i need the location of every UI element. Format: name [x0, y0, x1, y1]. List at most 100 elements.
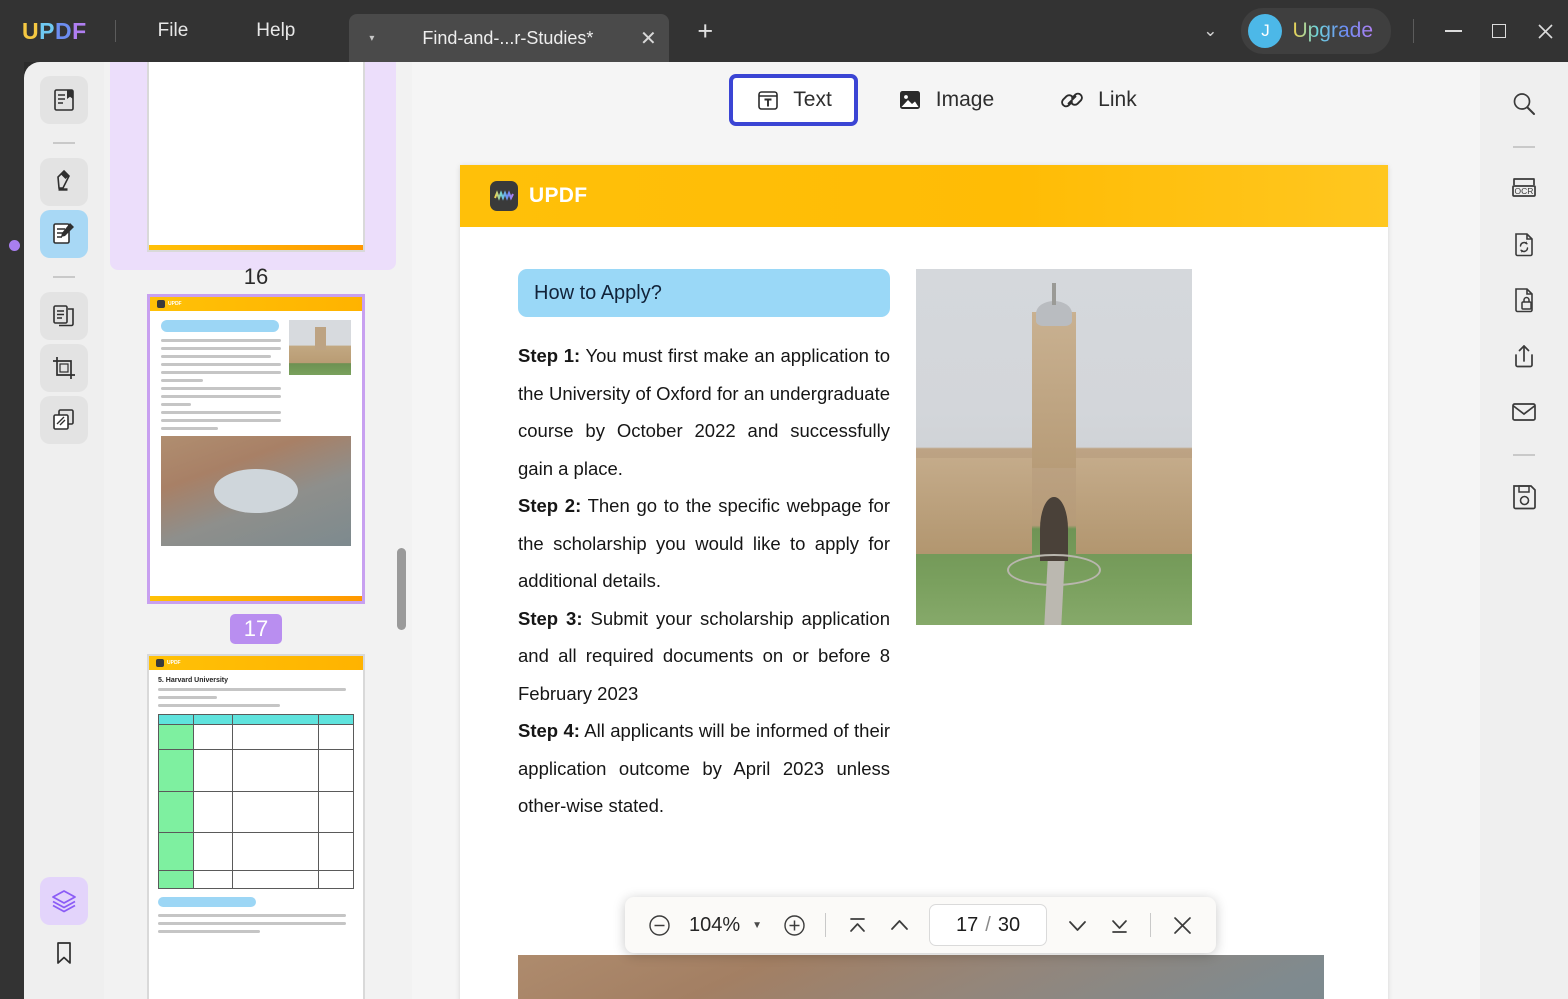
mode-link-button[interactable]: Link	[1032, 73, 1163, 127]
zoom-level-value[interactable]: 104%	[681, 914, 748, 937]
app-logo: UPDF	[22, 18, 87, 45]
thumbnail-panel[interactable]: UPDF 16	[104, 62, 412, 999]
zoom-out-button[interactable]	[639, 905, 679, 945]
previous-page-button[interactable]	[879, 905, 919, 945]
edit-document-icon	[53, 223, 74, 244]
left-tool-sidebar	[24, 62, 104, 999]
sidebar-item-layers[interactable]	[40, 877, 88, 925]
zoom-in-button[interactable]	[774, 905, 814, 945]
right-tool-sidebar: OCR	[1480, 62, 1568, 999]
tool-divider-2	[53, 276, 75, 278]
total-pages-value: 30	[997, 913, 1021, 936]
avatar[interactable]: J	[1248, 14, 1283, 48]
upgrade-label: Upgrade	[1292, 19, 1373, 42]
bookmark-icon	[57, 942, 71, 964]
thumb-17-heading-pill	[161, 320, 279, 332]
new-tab-icon[interactable]: +	[697, 17, 713, 45]
tool-divider-1	[53, 142, 75, 144]
sidebar-item-bookmark[interactable]	[40, 929, 88, 977]
pdf-heading: How to Apply?	[518, 269, 890, 317]
ocr-label: OCR	[1515, 186, 1534, 196]
right-item-protect[interactable]	[1500, 276, 1548, 324]
thumb-18-logo-icon	[156, 659, 164, 667]
right-item-email[interactable]	[1500, 388, 1548, 436]
window-maximize-button[interactable]	[1476, 10, 1522, 52]
menu-help[interactable]: Help	[240, 14, 311, 48]
right-item-search[interactable]	[1500, 80, 1548, 128]
ocr-icon: OCR	[1512, 178, 1536, 197]
pdf-step-4: Step 4: All applicants will be informed …	[518, 712, 890, 825]
thumbnail-scrollbar[interactable]	[397, 548, 406, 630]
thumbnail-page-17[interactable]: UPDF 17	[110, 294, 402, 644]
titlebar-chevron-down-icon[interactable]: ⌄	[1185, 13, 1235, 49]
thumb-17-label: 17	[229, 614, 283, 644]
layers-icon	[52, 890, 76, 913]
page-navigation-toolbar: 104% ▼ 17 / 30	[625, 897, 1217, 953]
sidebar-item-batch[interactable]	[40, 396, 88, 444]
envelope-icon	[1512, 403, 1536, 421]
close-toolbar-button[interactable]	[1162, 905, 1202, 945]
pdf-page[interactable]: UPDF How to Apply? Step 1: You must firs…	[460, 165, 1388, 999]
right-item-share[interactable]	[1500, 332, 1548, 380]
upgrade-button[interactable]: J Upgrade	[1241, 8, 1391, 54]
step-4-label: Step 4:	[518, 720, 580, 741]
pdf-step-2: Step 2: Then go to the specific webpage …	[518, 487, 890, 600]
right-item-convert[interactable]	[1500, 220, 1548, 268]
thumb-17-header: UPDF	[150, 297, 362, 311]
toolbar-divider-1	[825, 913, 827, 937]
title-bar: UPDF File Help ▾ Find-and-...r-Studies* …	[0, 0, 1568, 62]
tab-close-icon[interactable]: ✕	[633, 26, 663, 51]
mode-image-label: Image	[935, 88, 995, 111]
window-minimize-button[interactable]	[1430, 10, 1476, 52]
sidebar-item-reader[interactable]	[40, 76, 88, 124]
thumb-16-frame[interactable]: UPDF	[147, 62, 365, 252]
right-divider-2	[1513, 454, 1535, 456]
pdf-page-body: How to Apply? Step 1: You must first mak…	[460, 227, 1388, 825]
sidebar-item-annotate[interactable]	[40, 158, 88, 206]
oxford-archway	[1040, 496, 1068, 561]
crop-icon	[53, 357, 75, 379]
previous-page-icon	[890, 919, 908, 930]
thumb-16-label: 16	[243, 264, 269, 289]
zoom-chevron-down-icon[interactable]: ▼	[750, 920, 772, 931]
step-1-label: Step 1:	[518, 345, 581, 366]
thumb-18-frame[interactable]: UPDF 5. Harvard University	[147, 654, 365, 999]
edit-mode-toolbar: Text Image Link	[412, 62, 1480, 138]
menu-file[interactable]: File	[142, 14, 205, 48]
thumbnail-page-18[interactable]: UPDF 5. Harvard University	[110, 654, 402, 999]
window-close-button[interactable]	[1522, 10, 1568, 52]
document-tab[interactable]: ▾ Find-and-...r-Studies* ✕	[349, 14, 670, 62]
thumb-18-header: UPDF	[149, 656, 363, 670]
document-viewer: Text Image Link UPDF How to Apply? Step …	[412, 62, 1480, 999]
last-page-button[interactable]	[1099, 905, 1139, 945]
oxford-right-wing	[1076, 457, 1192, 554]
thumb-17-body	[150, 311, 362, 559]
tab-chevron-down-icon[interactable]: ▾	[369, 33, 374, 44]
sidebar-item-edit-pdf[interactable]	[40, 210, 88, 258]
thumbnail-page-16[interactable]: UPDF 16	[110, 62, 402, 292]
sidebar-item-crop[interactable]	[40, 344, 88, 392]
thumb-17-logo-icon	[157, 300, 165, 308]
first-page-icon	[849, 917, 865, 932]
pdf-logo-wave-icon	[494, 190, 514, 201]
save-disk-icon	[1513, 485, 1536, 510]
last-page-icon	[1111, 919, 1127, 933]
mode-image-button[interactable]: Image	[870, 73, 1020, 127]
search-icon	[1513, 93, 1535, 115]
page-separator: /	[985, 913, 991, 936]
mode-text-button[interactable]: Text	[729, 74, 858, 126]
toolbar-divider-2	[1150, 913, 1152, 937]
tab-title: Find-and-...r-Studies*	[422, 27, 594, 48]
maximize-icon	[1492, 24, 1506, 38]
page-number-input[interactable]: 17 / 30	[929, 904, 1048, 946]
panel-collapse-handle[interactable]	[9, 240, 20, 251]
thumb-18-body: 5. Harvard University	[149, 670, 363, 945]
next-page-button[interactable]	[1057, 905, 1097, 945]
thumb-17-frame[interactable]: UPDF	[147, 294, 365, 604]
first-page-button[interactable]	[837, 905, 877, 945]
right-item-save[interactable]	[1500, 472, 1548, 520]
sidebar-item-organize-pages[interactable]	[40, 292, 88, 340]
step-3-label: Step 3:	[518, 607, 583, 629]
oxford-path	[1044, 560, 1064, 625]
right-item-ocr[interactable]: OCR	[1500, 164, 1548, 212]
